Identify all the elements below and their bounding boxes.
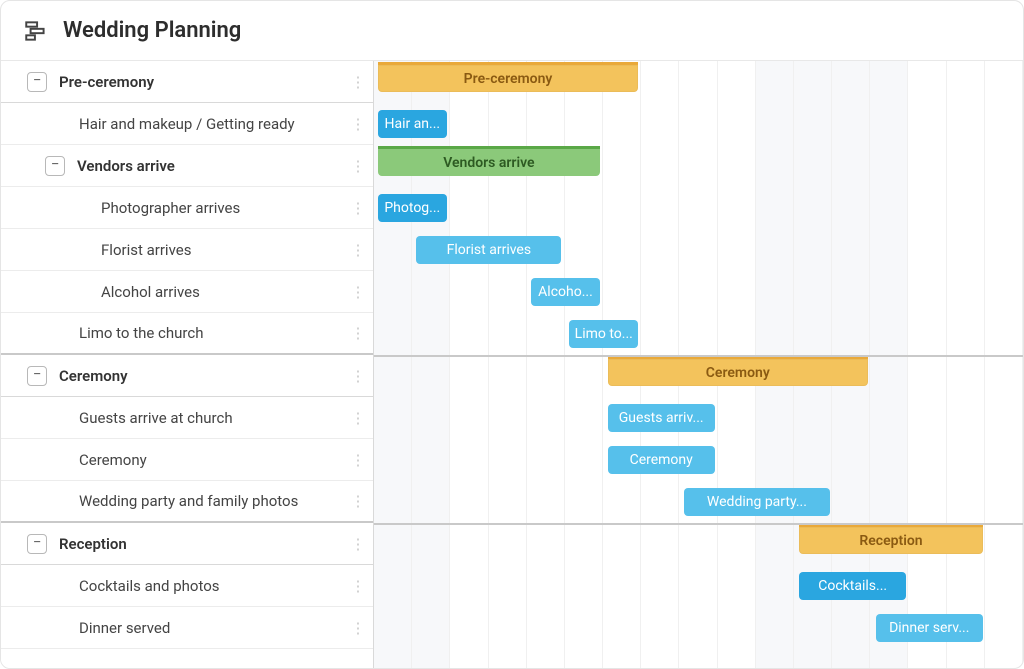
- row-label: Guests arrive at church: [79, 409, 343, 427]
- gantt-bar[interactable]: Photog...: [378, 194, 447, 222]
- gantt-bar[interactable]: Vendors arrive: [378, 146, 600, 176]
- drag-handle-icon[interactable]: [343, 481, 373, 521]
- drag-handle-icon[interactable]: [343, 355, 373, 396]
- row-label: Wedding party and family photos: [79, 492, 343, 510]
- task-list: − Pre-ceremony Hair and makeup / Getting…: [1, 61, 374, 668]
- section-separator: [374, 523, 1023, 525]
- page-header: Wedding Planning: [1, 1, 1023, 61]
- drag-handle-icon[interactable]: [343, 103, 373, 144]
- gantt-bar[interactable]: Hair an...: [378, 110, 447, 138]
- collapse-toggle[interactable]: −: [27, 366, 47, 386]
- gantt-bar[interactable]: Alcoho...: [531, 278, 600, 306]
- drag-handle-icon[interactable]: [343, 271, 373, 312]
- gantt-bar[interactable]: Pre-ceremony: [378, 62, 638, 92]
- task-row-cocktails[interactable]: Cocktails and photos: [1, 565, 373, 607]
- drag-handle-icon[interactable]: [343, 397, 373, 438]
- task-row-ceremony[interactable]: Ceremony: [1, 439, 373, 481]
- task-row-dinner[interactable]: Dinner served: [1, 607, 373, 649]
- gantt-bar[interactable]: Dinner serv...: [876, 614, 983, 642]
- row-label: Ceremony: [59, 367, 343, 385]
- gantt-bar[interactable]: Ceremony: [608, 356, 868, 386]
- gantt-bar[interactable]: Cocktails...: [799, 572, 906, 600]
- drag-handle-icon[interactable]: [343, 61, 373, 102]
- gantt-bar[interactable]: Florist arrives: [416, 236, 561, 264]
- drag-handle-icon[interactable]: [343, 439, 373, 480]
- row-label: Dinner served: [79, 619, 343, 637]
- drag-handle-icon[interactable]: [343, 145, 373, 186]
- collapse-toggle[interactable]: −: [27, 534, 47, 554]
- drag-handle-icon[interactable]: [343, 607, 373, 648]
- gantt-bar[interactable]: Wedding party...: [684, 488, 829, 516]
- gantt-app: Wedding Planning − Pre-ceremony Hair and…: [0, 0, 1024, 669]
- drag-handle-icon[interactable]: [343, 565, 373, 606]
- task-row-limo[interactable]: Limo to the church: [1, 313, 373, 355]
- gantt-bar[interactable]: Limo to...: [569, 320, 638, 348]
- subgroup-row-vendors[interactable]: − Vendors arrive: [1, 145, 373, 187]
- task-row-alcohol[interactable]: Alcohol arrives: [1, 271, 373, 313]
- task-row-guests[interactable]: Guests arrive at church: [1, 397, 373, 439]
- gantt-bar[interactable]: Guests arriv...: [608, 404, 715, 432]
- task-row-hair-makeup[interactable]: Hair and makeup / Getting ready: [1, 103, 373, 145]
- row-label: Limo to the church: [79, 324, 343, 342]
- task-row-photos[interactable]: Wedding party and family photos: [1, 481, 373, 523]
- group-row-pre-ceremony[interactable]: − Pre-ceremony: [1, 61, 373, 103]
- timeline-pane[interactable]: Pre-ceremony Hair an... Vendors arrive Phot…: [374, 61, 1023, 668]
- row-label: Pre-ceremony: [59, 73, 343, 91]
- row-label: Hair and makeup / Getting ready: [79, 115, 343, 133]
- task-row-photographer[interactable]: Photographer arrives: [1, 187, 373, 229]
- row-label: Alcohol arrives: [101, 283, 343, 301]
- row-label: Cocktails and photos: [79, 577, 343, 595]
- drag-handle-icon[interactable]: [343, 187, 373, 228]
- page-title: Wedding Planning: [63, 18, 241, 43]
- row-label: Florist arrives: [101, 241, 343, 259]
- gantt-body: − Pre-ceremony Hair and makeup / Getting…: [1, 61, 1023, 668]
- row-label: Reception: [59, 535, 343, 553]
- drag-handle-icon[interactable]: [343, 523, 373, 564]
- gantt-icon: [23, 18, 49, 44]
- row-label: Vendors arrive: [77, 157, 343, 175]
- collapse-toggle[interactable]: −: [27, 72, 47, 92]
- section-separator: [374, 355, 1023, 357]
- gantt-bar[interactable]: Reception: [799, 524, 982, 554]
- collapse-toggle[interactable]: −: [45, 156, 65, 176]
- row-label: Ceremony: [79, 451, 343, 469]
- gantt-bar[interactable]: Ceremony: [608, 446, 715, 474]
- drag-handle-icon[interactable]: [343, 229, 373, 270]
- drag-handle-icon[interactable]: [343, 313, 373, 353]
- task-row-florist[interactable]: Florist arrives: [1, 229, 373, 271]
- row-label: Photographer arrives: [101, 199, 343, 217]
- group-row-ceremony[interactable]: − Ceremony: [1, 355, 373, 397]
- group-row-reception[interactable]: − Reception: [1, 523, 373, 565]
